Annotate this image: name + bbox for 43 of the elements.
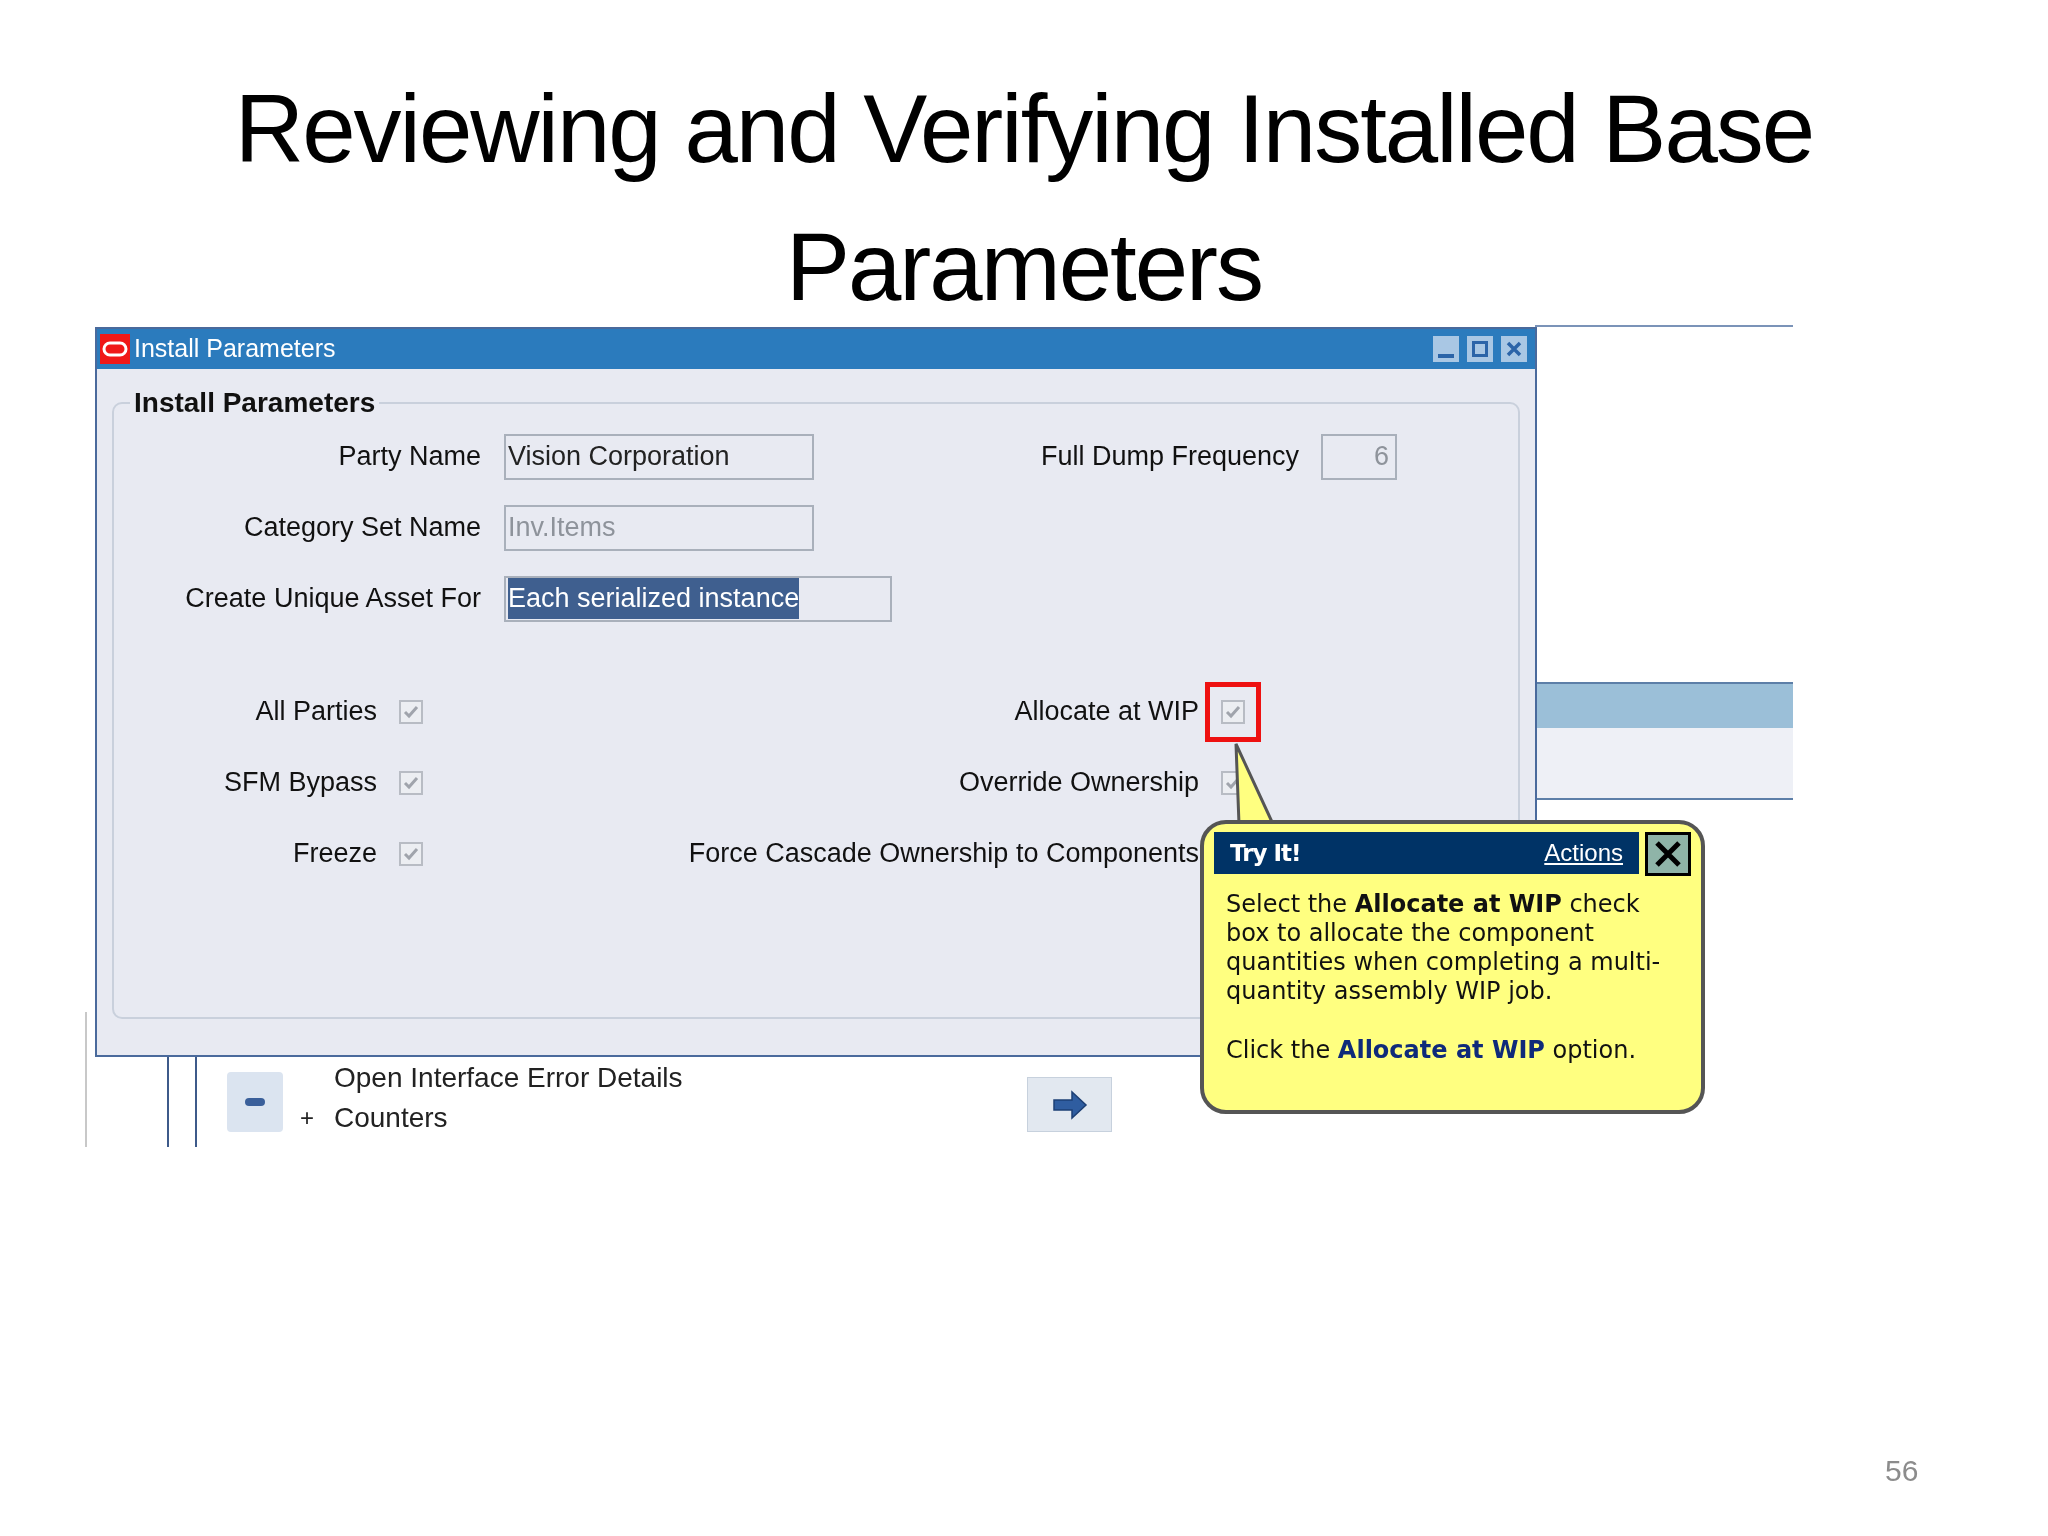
close-icon	[1506, 341, 1522, 357]
minimize-button[interactable]	[1433, 336, 1459, 362]
right-arrow-icon	[1051, 1089, 1088, 1120]
field-label: Full Dump Frequency	[1040, 440, 1299, 474]
checkbox-label: Freeze	[292, 837, 377, 871]
checkbox[interactable]	[399, 699, 423, 724]
checkbox-label: Override Ownership	[958, 766, 1199, 800]
checkbox-label: SFM Bypass	[223, 766, 377, 800]
close-button[interactable]	[1645, 832, 1691, 876]
checkbox-label: All Parties	[255, 695, 377, 729]
checkmark-icon	[403, 775, 419, 790]
checkmark-icon	[1225, 704, 1241, 719]
list-item[interactable]: Open Interface Error Details	[334, 1057, 683, 1099]
maximize-button[interactable]	[1467, 336, 1493, 362]
app-logo-icon	[100, 334, 130, 364]
field-label: Party Name	[338, 440, 481, 474]
instruction-text: Select the Allocate at WIP check box to allocate the component quantities when completing a multi-quantity assembly WIP job.	[1226, 890, 1662, 1006]
close-icon	[1654, 840, 1682, 868]
checkbox[interactable]	[1221, 699, 1245, 724]
text-field[interactable]: Each serialized instance	[504, 575, 892, 622]
page-number: 56	[1885, 1453, 1919, 1489]
callout-title: Try It!	[1230, 838, 1301, 868]
checkbox-label: Force Cascade Ownership to Components	[688, 837, 1199, 871]
expand-icon: +	[300, 1100, 314, 1136]
checkmark-icon	[403, 704, 419, 719]
checkbox-label: Allocate at WIP	[1014, 695, 1199, 729]
minus-icon	[244, 1097, 266, 1107]
minimize-icon	[1438, 354, 1454, 358]
field-label: Create Unique Asset For	[185, 582, 481, 616]
checkmark-icon	[403, 846, 419, 861]
checkbox[interactable]	[399, 770, 423, 795]
arrow-button[interactable]	[1027, 1077, 1112, 1132]
actions-link[interactable]: Actions	[1544, 835, 1623, 871]
text-field[interactable]: Vision Corporation	[504, 433, 814, 480]
list-item[interactable]: Counters	[334, 1097, 448, 1139]
window-title: Install Parameters	[134, 333, 337, 365]
maximize-icon	[1472, 341, 1488, 357]
collapse-button[interactable]	[227, 1072, 283, 1132]
checkbox[interactable]	[399, 841, 423, 866]
group-title: Install Parameters	[133, 389, 377, 417]
instruction-text: Click the Allocate at WIP option.	[1226, 1036, 1638, 1065]
field-label: Category Set Name	[243, 511, 481, 545]
slide-title: Reviewing and Verifying Installed Base Parameters	[233, 74, 1815, 322]
